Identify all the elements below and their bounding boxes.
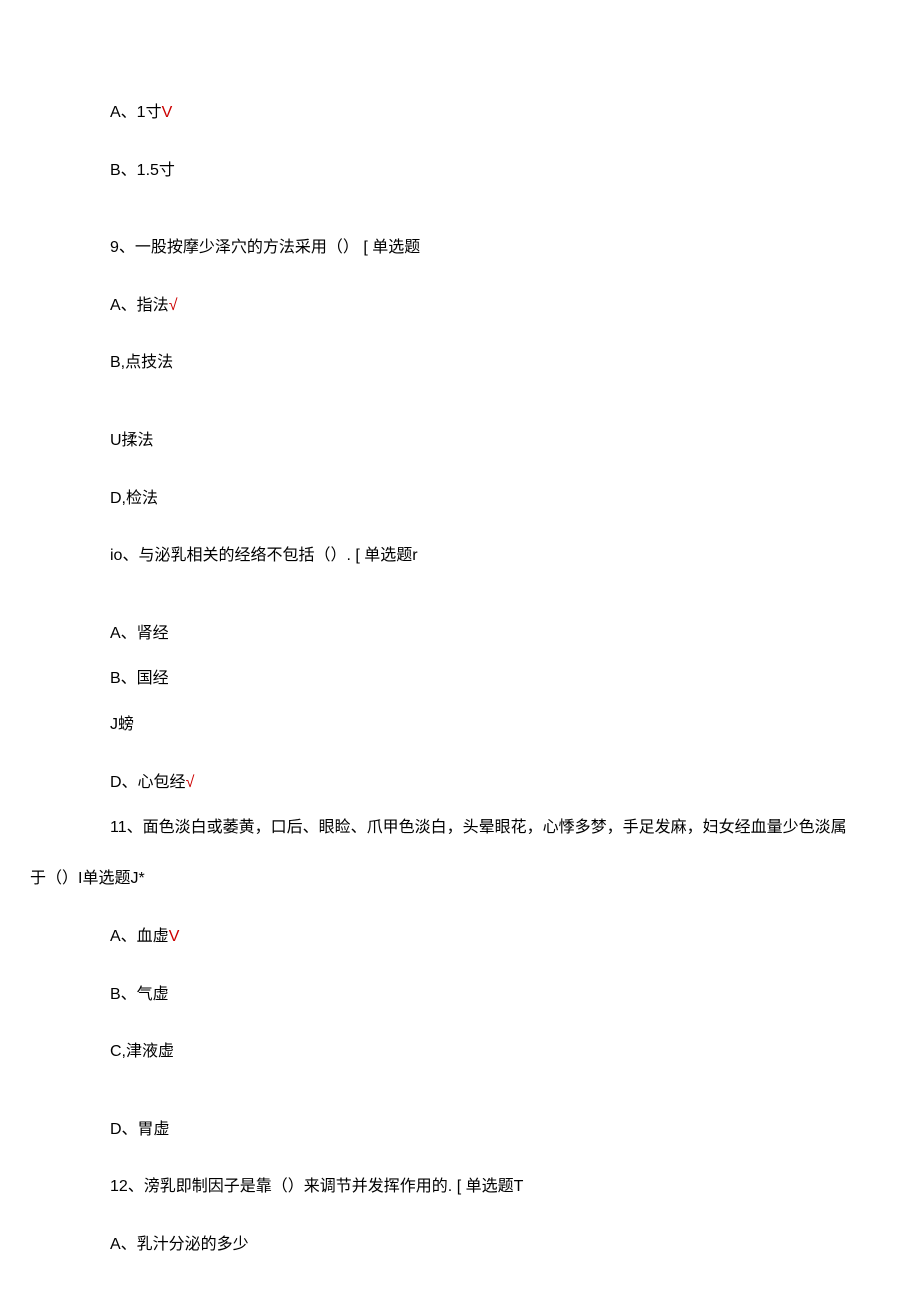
- option-text: B、1.5寸: [110, 162, 175, 179]
- question-text: 11、面色淡白或萎黄，口后、眼睑、爪甲色淡白，头晕眼花，心悸多梦，手足发麻，妇女…: [70, 815, 850, 892]
- question-label: 12、滂乳即制因子是靠（）来调节并发挥作用的. [ 单选题T: [110, 1178, 523, 1195]
- question-label-part2: 于（）I单选题J*: [30, 870, 145, 887]
- option-text: A、1寸: [110, 104, 162, 121]
- option-text: B,点技法: [110, 354, 173, 371]
- option-line: B、气虚: [110, 982, 850, 1008]
- option-text: J螃: [110, 716, 134, 733]
- option-text: C,津液虚: [110, 1043, 174, 1060]
- option-line: A、1寸V: [110, 100, 850, 126]
- option-text: A、肾经: [110, 625, 169, 642]
- option-text: D,检法: [110, 490, 158, 507]
- option-line: B、1.5寸: [110, 158, 850, 184]
- correct-mark: V: [169, 928, 180, 945]
- option-text: A、血虚: [110, 928, 169, 945]
- option-line: A、乳汁分泌的多少: [110, 1232, 850, 1258]
- option-text: B、气虚: [110, 986, 169, 1003]
- option-line: D,检法: [110, 486, 850, 512]
- option-text: B、国经: [110, 670, 169, 687]
- question-label: 9、一股按摩少泽穴的方法采用（） [ 单选题: [110, 239, 420, 256]
- correct-mark: V: [162, 104, 173, 121]
- question-text: io、与泌乳相关的经络不包括（）. [ 单选题r: [110, 543, 850, 569]
- question-text: 12、滂乳即制因子是靠（）来调节并发挥作用的. [ 单选题T: [110, 1174, 850, 1200]
- correct-mark: √: [169, 297, 178, 314]
- option-text: A、指法: [110, 297, 169, 314]
- option-line: A、肾经: [110, 621, 850, 647]
- question-label: io、与泌乳相关的经络不包括（）. [ 单选题r: [110, 547, 418, 564]
- option-line: D、胃虚: [110, 1117, 850, 1143]
- option-text: A、乳汁分泌的多少: [110, 1236, 249, 1253]
- option-line: C,津液虚: [110, 1039, 850, 1065]
- option-line: A、血虚V: [110, 924, 850, 950]
- option-line: U揉法: [110, 428, 850, 454]
- option-line: J螃: [110, 712, 850, 738]
- correct-mark: √: [186, 774, 195, 791]
- option-text: D、心包经: [110, 774, 186, 791]
- option-text: U揉法: [110, 432, 154, 449]
- option-line: B、国经: [110, 666, 850, 692]
- option-line: D、心包经√: [110, 770, 850, 796]
- option-line: A、指法√: [110, 293, 850, 319]
- option-line: B,点技法: [110, 350, 850, 376]
- option-text: D、胃虚: [110, 1121, 170, 1138]
- question-text: 9、一股按摩少泽穴的方法采用（） [ 单选题: [110, 235, 850, 261]
- question-label-part1: 11、面色淡白或萎黄，口后、眼睑、爪甲色淡白，头晕眼花，心悸多梦，手足发麻，妇女…: [110, 819, 847, 836]
